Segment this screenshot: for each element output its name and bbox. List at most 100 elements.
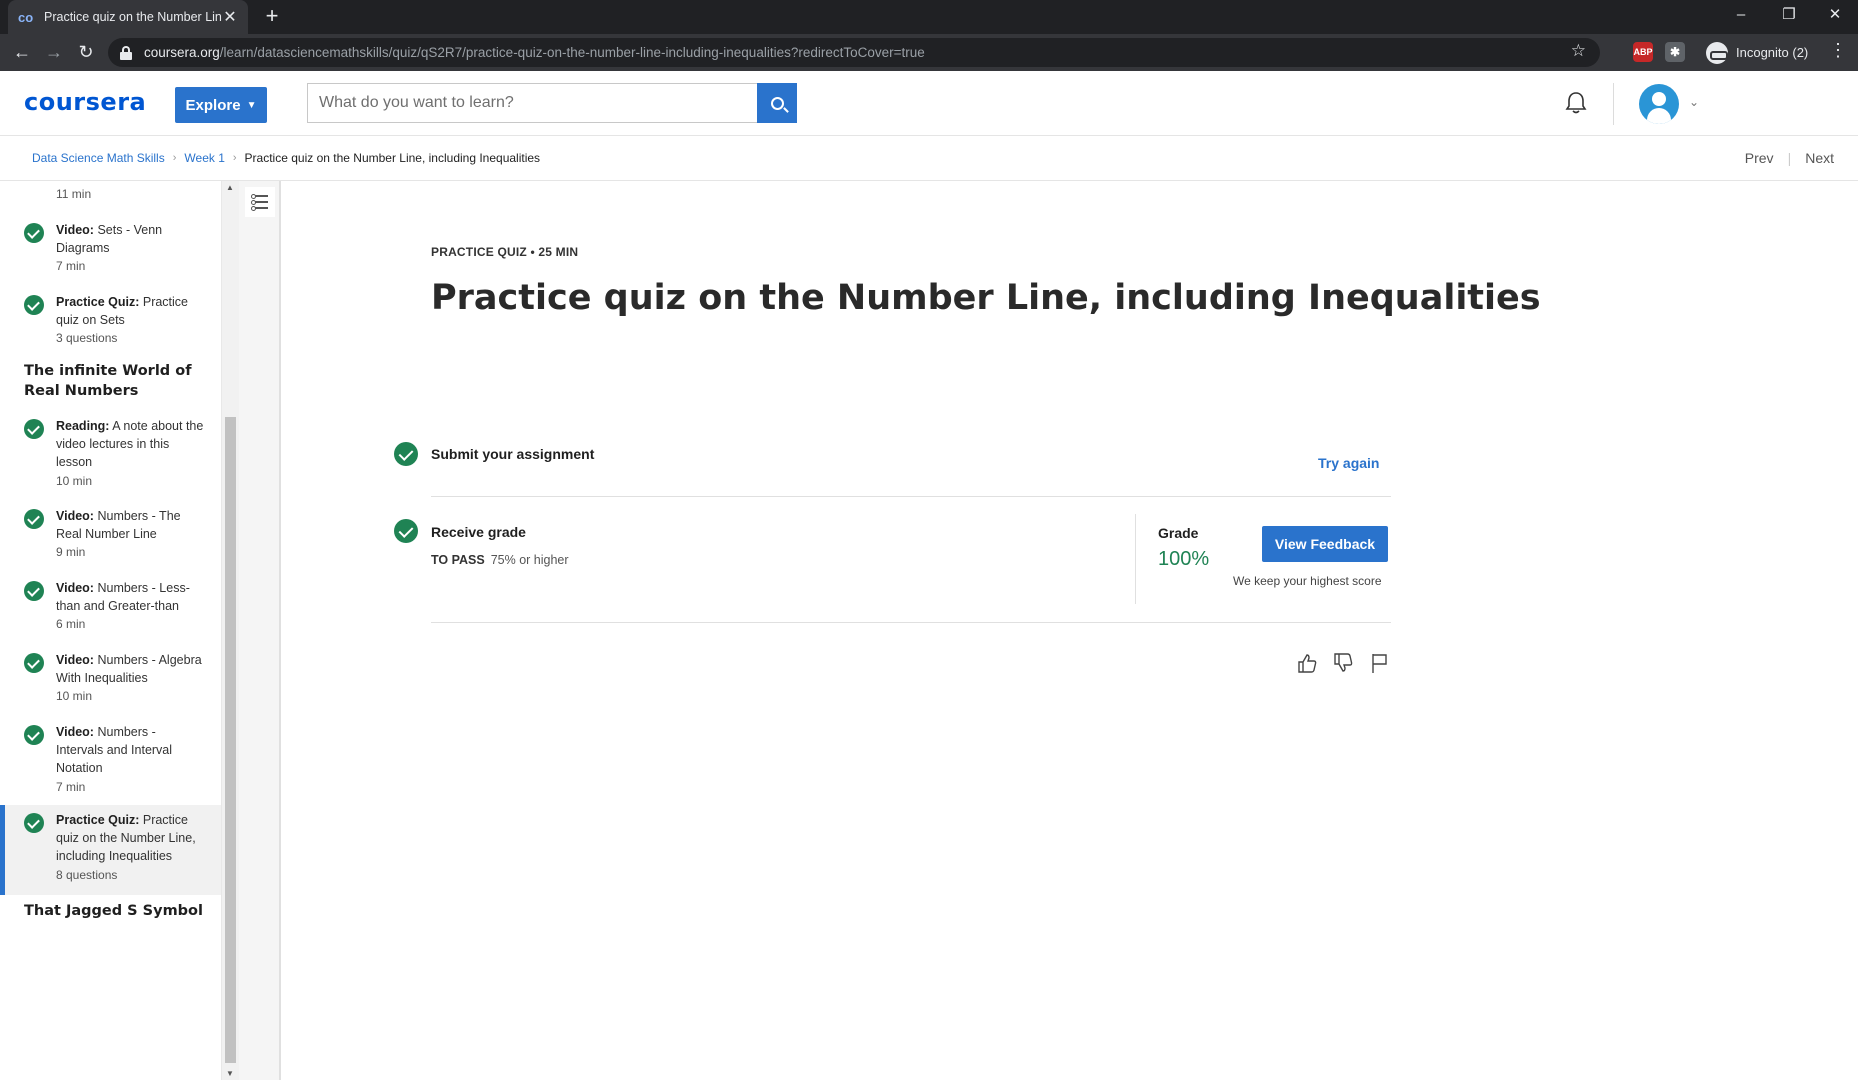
minimize-icon[interactable]: – (1718, 0, 1764, 30)
back-icon[interactable]: ← (8, 38, 36, 66)
completed-check-icon (24, 653, 44, 673)
search-icon (770, 96, 784, 110)
pager-divider: | (1787, 150, 1792, 166)
sidebar-item-real-number-line[interactable]: Video: Numbers - The Real Number Line 9 … (0, 507, 221, 567)
restore-icon[interactable]: ❐ (1766, 0, 1812, 30)
site-header: coursera Explore ▼ What do you want to l… (0, 71, 1858, 136)
scrollbar-thumb[interactable] (225, 417, 236, 1063)
new-tab-icon[interactable]: + (260, 4, 284, 28)
scroll-down-icon[interactable]: ▼ (226, 1069, 234, 1078)
item-meta: 10 min (56, 689, 93, 703)
flag-icon[interactable] (1368, 652, 1390, 674)
prev-link[interactable]: Prev (1745, 150, 1774, 166)
item-title: Video: Numbers - The Real Number Line (56, 509, 181, 541)
completed-check-icon (24, 725, 44, 745)
sidebar-item-quiz-sets[interactable]: Practice Quiz: Practice quiz on Sets 3 q… (0, 293, 221, 353)
completed-check-icon (24, 419, 44, 439)
reload-icon[interactable]: ↻ (72, 38, 100, 66)
explore-button[interactable]: Explore ▼ (175, 87, 267, 123)
forward-icon[interactable]: → (40, 38, 68, 66)
view-feedback-button[interactable]: View Feedback (1262, 526, 1388, 562)
explore-label: Explore (185, 96, 241, 114)
breadcrumb-week[interactable]: Week 1 (184, 151, 224, 165)
item-meta: 7 min (56, 259, 86, 273)
item-title: Video: Sets - Venn Diagrams (56, 223, 163, 255)
next-link[interactable]: Next (1805, 150, 1834, 166)
toc-column (239, 181, 281, 1080)
item-title: Video: Numbers - Algebra With Inequaliti… (56, 653, 202, 685)
item-meta: 9 min (56, 545, 86, 559)
adblock-extension-icon[interactable]: ABP (1633, 42, 1653, 62)
item-meta: 6 min (56, 617, 86, 631)
window-close-icon[interactable]: ✕ (1812, 0, 1858, 30)
item-meta: 11 min (56, 187, 92, 201)
page-title: Practice quiz on the Number Line, includ… (431, 278, 1541, 318)
thumbs-down-icon[interactable] (1332, 652, 1354, 674)
item-meta: 7 min (56, 780, 86, 794)
browser-toolbar: ← → ↻ coursera.org/learn/datasciencemath… (0, 34, 1858, 71)
breadcrumb-course[interactable]: Data Science Math Skills (32, 151, 165, 165)
item-meta: 10 min (56, 474, 93, 488)
feedback-actions (1296, 652, 1390, 674)
divider (431, 622, 1391, 623)
section-heading[interactable]: That Jagged S Symbol (24, 901, 204, 921)
grade-label: Grade (1158, 525, 1199, 541)
sidebar-item-interval-notation[interactable]: Video: Numbers - Intervals and Interval … (0, 723, 221, 803)
incognito-icon (1706, 41, 1728, 64)
try-again-link[interactable]: Try again (1318, 455, 1379, 471)
pass-requirement: TO PASS 75% or higher (431, 553, 569, 567)
submit-label: Submit your assignment (431, 446, 595, 462)
lock-icon (120, 45, 132, 60)
course-sidebar: 11 min Video: Sets - Venn Diagrams 7 min… (0, 181, 222, 1080)
highest-score-note: We keep your highest score (1233, 574, 1382, 588)
tab-title: Practice quiz on the Number Line (44, 10, 222, 24)
url-text: coursera.org/learn/datasciencemathskills… (144, 45, 925, 60)
item-title: Video: Numbers - Intervals and Interval … (56, 725, 173, 775)
table-of-contents-icon[interactable] (245, 187, 275, 217)
thumbs-up-icon[interactable] (1296, 652, 1318, 674)
sidebar-scrollbar[interactable]: ▲ ▼ (222, 181, 239, 1080)
coursera-logo[interactable]: coursera (24, 88, 146, 116)
incognito-indicator[interactable]: Incognito (2) (1706, 39, 1808, 66)
item-meta: 3 questions (56, 331, 118, 345)
section-heading[interactable]: The infinite World of Real Numbers (24, 361, 204, 401)
divider (431, 496, 1391, 497)
submit-check-icon (394, 442, 418, 466)
breadcrumb-current: Practice quiz on the Number Line, includ… (244, 151, 541, 165)
sidebar-item-algebra-inequalities[interactable]: Video: Numbers - Algebra With Inequaliti… (0, 651, 221, 711)
item-meta: 8 questions (56, 868, 118, 882)
item-title: Reading: A note about the video lectures… (56, 419, 204, 469)
extension-icon[interactable]: ✱ (1665, 42, 1685, 62)
grade-divider (1135, 514, 1136, 604)
chevron-right-icon: › (232, 152, 237, 164)
close-icon[interactable]: ✕ (222, 7, 238, 27)
browser-tab[interactable]: co Practice quiz on the Number Line ✕ (8, 0, 248, 34)
item-title: Video: Numbers - Less-than and Greater-t… (56, 581, 190, 613)
sidebar-item-quiz-number-line[interactable]: Practice Quiz: Practice quiz on the Numb… (0, 805, 221, 895)
item-eyebrow: PRACTICE QUIZ • 25 MIN (431, 245, 579, 259)
breadcrumb-bar: Data Science Math Skills › Week 1 › Prac… (0, 136, 1858, 181)
sidebar-item-less-greater[interactable]: Video: Numbers - Less-than and Greater-t… (0, 579, 221, 639)
completed-check-icon (24, 295, 44, 315)
search-input[interactable]: What do you want to learn? (307, 83, 757, 123)
completed-check-icon (24, 509, 44, 529)
browser-menu-icon[interactable]: ⋮ (1828, 40, 1848, 61)
address-bar[interactable]: coursera.org/learn/datasciencemathskills… (108, 38, 1600, 67)
search-button[interactable] (757, 83, 797, 123)
item-title: Practice Quiz: Practice quiz on Sets (56, 295, 189, 327)
incognito-label: Incognito (2) (1736, 45, 1809, 60)
chevron-down-icon[interactable]: ⌄ (1689, 95, 1699, 109)
completed-check-icon (24, 581, 44, 601)
notification-bell-icon[interactable] (1565, 91, 1587, 115)
sidebar-item-reading-note[interactable]: Reading: A note about the video lectures… (0, 417, 221, 497)
scroll-up-icon[interactable]: ▲ (226, 183, 234, 192)
completed-check-icon (24, 813, 44, 833)
sidebar-item-sets-venn[interactable]: Video: Sets - Venn Diagrams 7 min (0, 221, 221, 281)
grade-value: 100% (1158, 548, 1210, 570)
completed-check-icon (24, 223, 44, 243)
chevron-right-icon: › (172, 152, 177, 164)
bookmark-star-icon[interactable]: ☆ (1571, 41, 1586, 61)
avatar[interactable] (1639, 84, 1679, 124)
browser-tabstrip: co Practice quiz on the Number Line ✕ + … (0, 0, 1858, 34)
coursera-favicon-icon: co (18, 9, 34, 25)
